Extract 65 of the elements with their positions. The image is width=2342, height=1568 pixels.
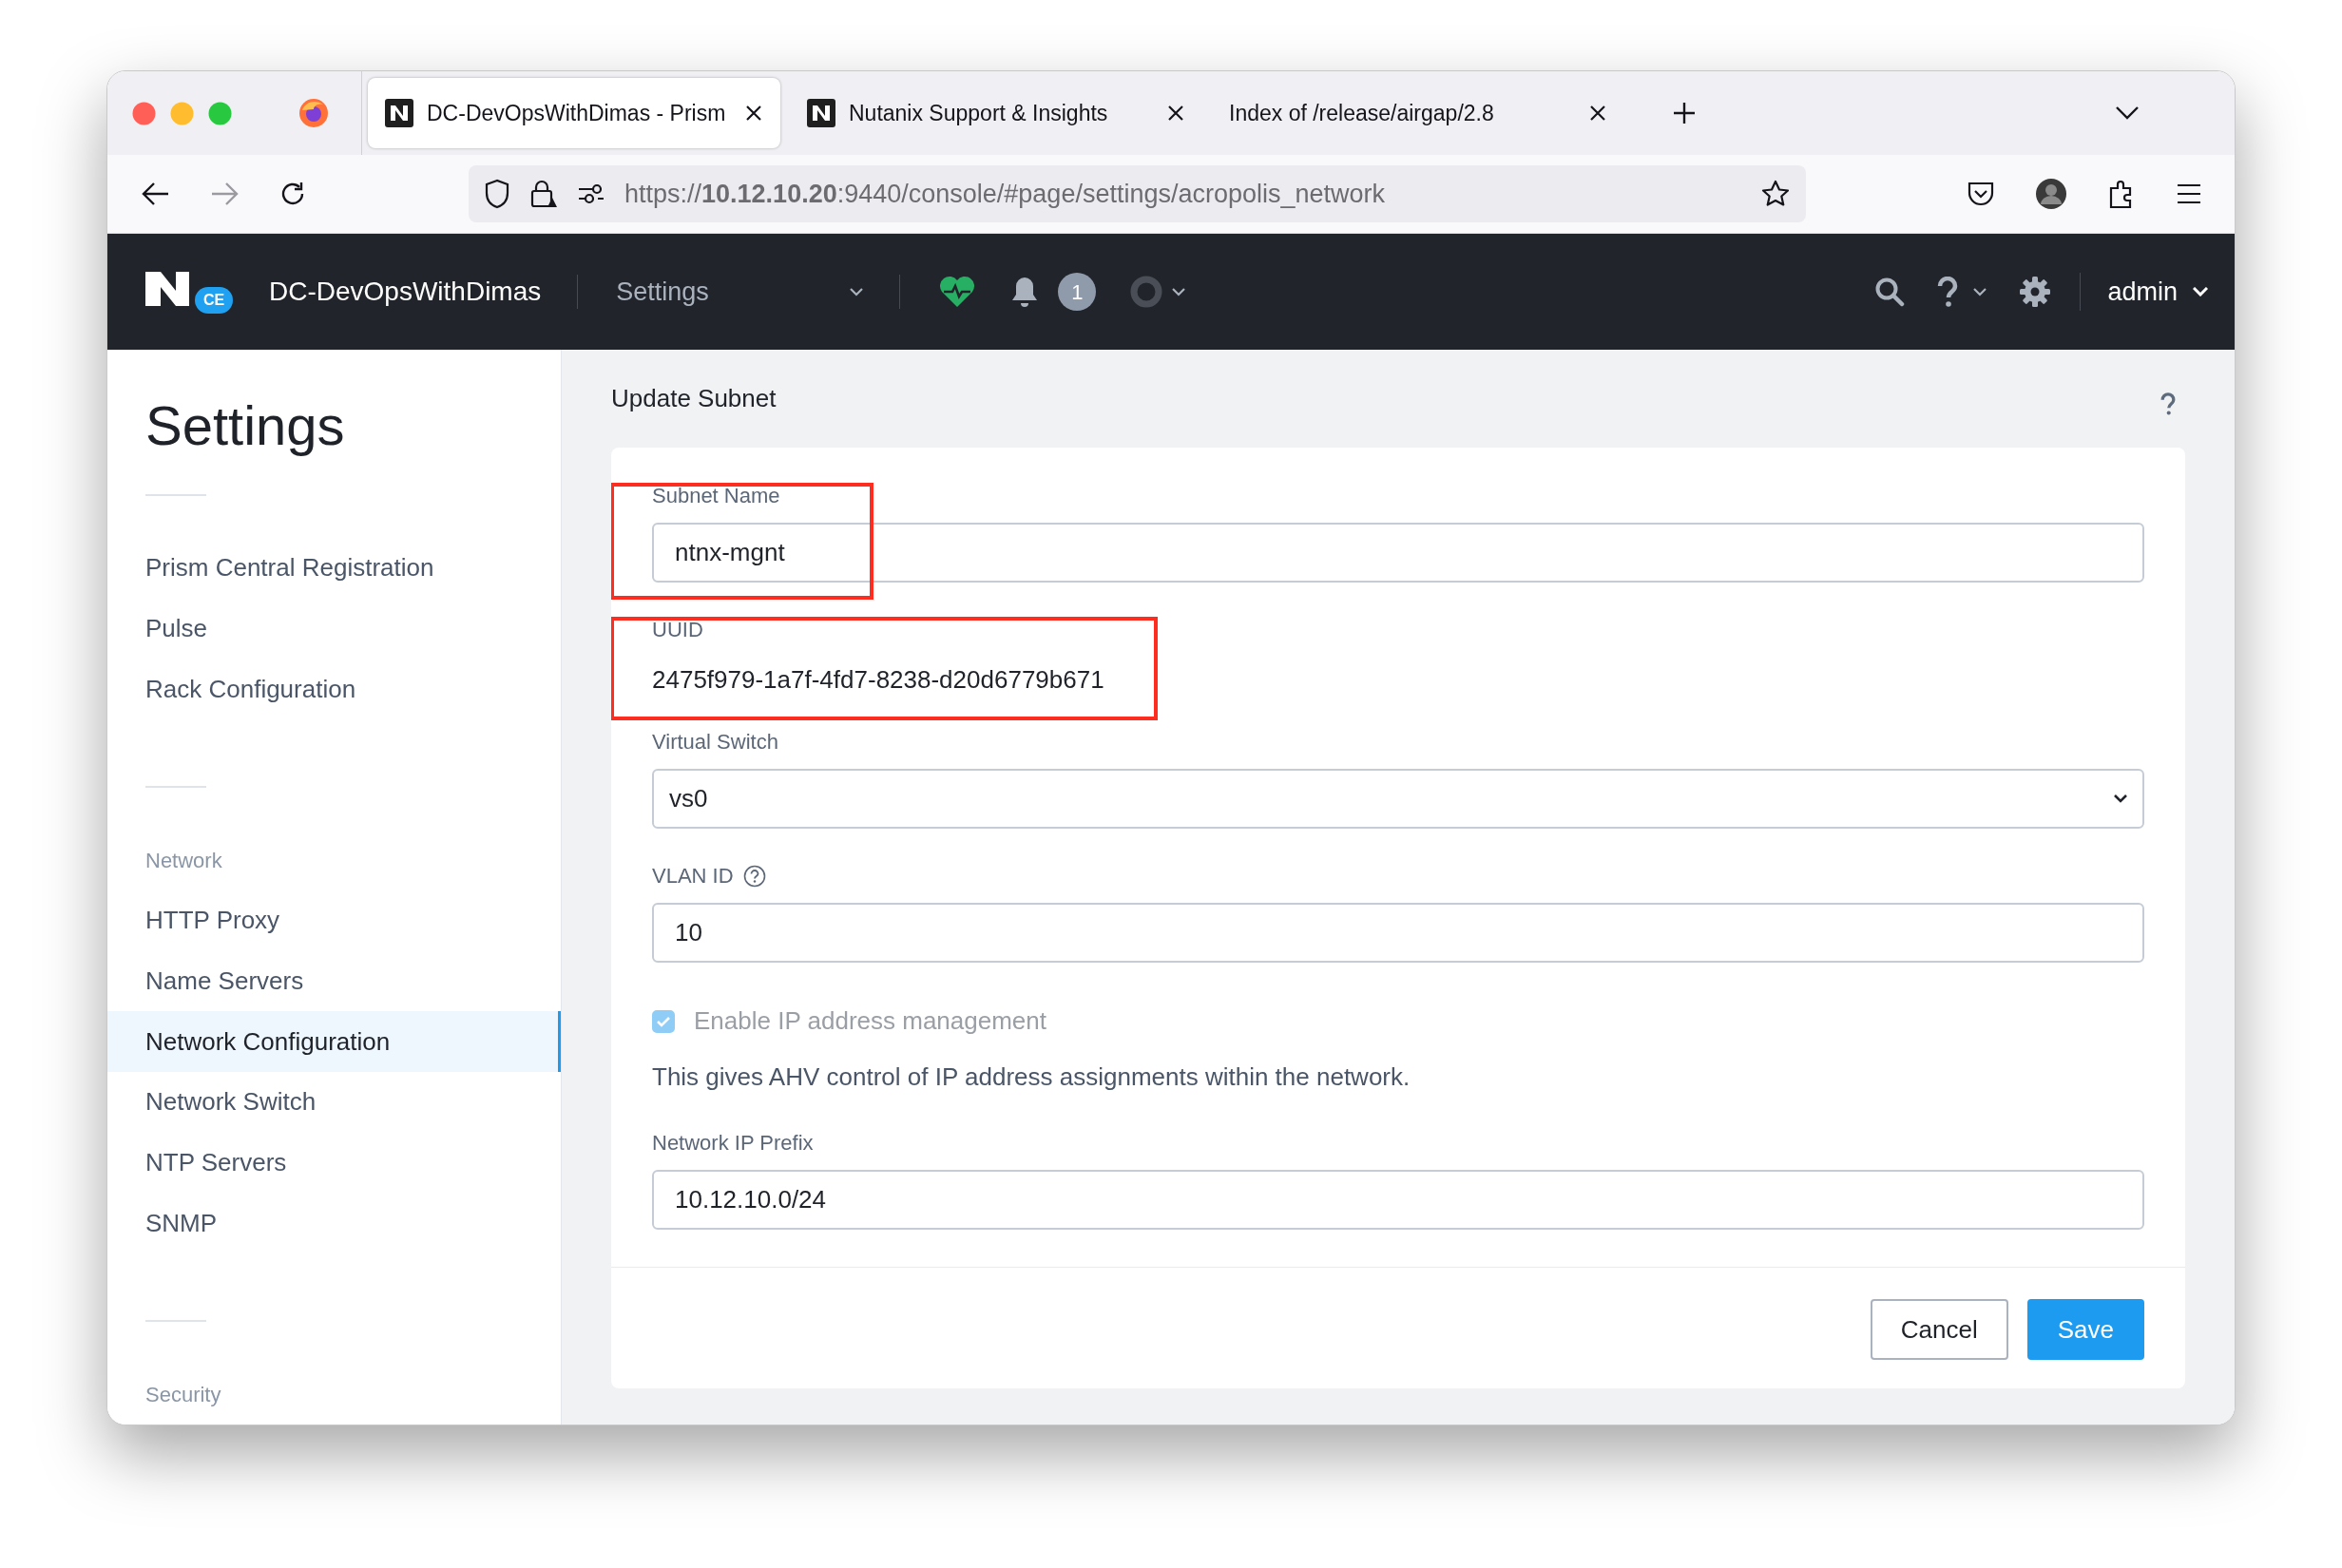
sidebar-item[interactable]: NTP Servers <box>107 1132 561 1194</box>
field-label: VLAN ID <box>652 863 734 889</box>
section-heading: Network <box>144 848 223 874</box>
help-icon[interactable] <box>2160 392 2176 415</box>
text-field[interactable]: 10.12.10.0/24 <box>652 1170 2144 1230</box>
caret-icon[interactable] <box>1973 287 1987 296</box>
bell-icon[interactable] <box>1010 276 1040 308</box>
page-title: Settings <box>144 393 346 458</box>
sidebar-item[interactable]: Network Switch <box>107 1072 561 1133</box>
close-icon[interactable] <box>744 104 763 123</box>
sidebar-item[interactable]: Pulse <box>107 598 561 660</box>
tab-title: DC-DevOpsWithDimas - Prism <box>427 99 727 127</box>
field-label: UUID <box>652 617 704 643</box>
text-field[interactable]: ntnx-mgnt <box>652 523 2144 583</box>
account-avatar-icon[interactable] <box>2035 178 2067 210</box>
browser-logo-icon <box>298 97 330 129</box>
sidebar-item[interactable]: SNMP <box>107 1193 561 1253</box>
sidebar-item[interactable]: Name Servers <box>107 950 561 1012</box>
user-menu[interactable]: admin <box>2107 272 2208 312</box>
menu-icon[interactable] <box>2176 183 2202 204</box>
field-label: Virtual Switch <box>652 729 779 755</box>
dialog-title: Update Subnet <box>611 383 777 414</box>
heart-health-icon[interactable] <box>938 275 977 309</box>
settings-icon[interactable] <box>2019 276 2052 308</box>
pocket-icon[interactable] <box>1967 181 1995 207</box>
caret-icon <box>850 287 864 296</box>
edition-badge: CE <box>195 287 233 314</box>
chevron-down-icon[interactable] <box>2115 105 2140 121</box>
sidebar-item[interactable]: Network Configuration <box>107 1011 561 1072</box>
sidebar-item[interactable]: HTTP Proxy <box>107 890 561 951</box>
permissions-icon <box>577 182 605 205</box>
close-icon[interactable] <box>1166 104 1185 123</box>
help-text: This gives AHV control of IP address assignments within the network. <box>652 1061 1411 1093</box>
sidebar-item[interactable]: Prism Central Registration <box>107 538 561 599</box>
caret-icon <box>2114 794 2127 803</box>
text-field[interactable]: 10 <box>652 903 2144 963</box>
bookmark-star-icon[interactable] <box>1760 179 1791 209</box>
browser-tab[interactable]: DC-DevOpsWithDimas - Prism <box>368 78 780 148</box>
window-control-icon[interactable] <box>132 101 156 125</box>
search-icon[interactable] <box>1874 277 1906 307</box>
help-icon[interactable] <box>742 865 766 888</box>
uuid-value: 2475f979-1a7f-4fd7-8238-d20d6779b671 <box>652 664 1105 695</box>
select-field[interactable]: vs0 <box>652 769 2144 829</box>
address-bar[interactable]: https://10.12.10.20:9440/console/#page/settings/acropolis_network <box>469 165 1806 222</box>
caret-icon[interactable] <box>1172 287 1186 296</box>
lock-icon <box>529 179 558 209</box>
browser-tab[interactable]: Index of /release/airgap/2.8 <box>1212 78 1624 148</box>
caret-icon <box>2193 287 2208 296</box>
tab-title: Nutanix Support & Insights <box>849 99 1109 127</box>
forward-icon[interactable] <box>210 182 239 206</box>
sidebar-item[interactable]: Rack Configuration <box>107 659 561 719</box>
close-icon[interactable] <box>1588 104 1607 123</box>
cancel-button[interactable]: Cancel <box>1870 1299 2008 1360</box>
section-heading: Security <box>144 1382 222 1408</box>
field-label: Subnet Name <box>652 483 781 509</box>
field-label: Network IP Prefix <box>652 1130 815 1157</box>
cluster-name[interactable]: DC-DevOpsWithDimas <box>269 272 542 312</box>
checkbox-label: Enable IP address management <box>694 1005 1046 1037</box>
help-icon[interactable] <box>1937 277 1959 307</box>
tab-title: Index of /release/airgap/2.8 <box>1229 99 1495 127</box>
browser-tab[interactable]: Nutanix Support & Insights <box>790 78 1202 148</box>
settings-dropdown[interactable]: Settings <box>616 272 864 312</box>
plus-icon[interactable] <box>1672 101 1697 125</box>
back-icon[interactable] <box>142 182 170 206</box>
shield-icon <box>484 179 510 209</box>
